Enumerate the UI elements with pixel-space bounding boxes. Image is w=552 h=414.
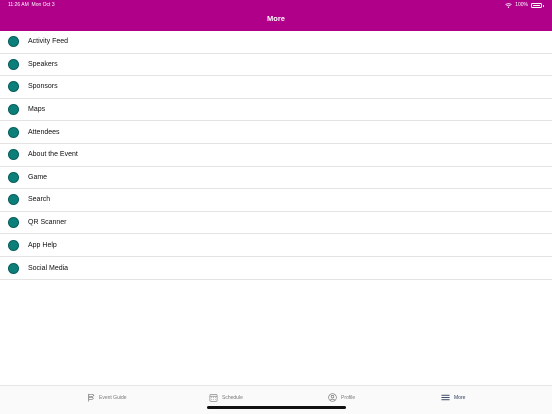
status-time-date: 11:26 AM Mon Oct 3 bbox=[8, 0, 55, 10]
menu-item-search[interactable]: Search bbox=[0, 189, 552, 212]
header-bar: 11:26 AM Mon Oct 3 100% More bbox=[0, 0, 552, 31]
menu-item-maps[interactable]: Maps bbox=[0, 99, 552, 122]
tab-event-guide[interactable]: Event Guide bbox=[86, 393, 127, 402]
menu-item-sponsors[interactable]: Sponsors bbox=[0, 76, 552, 99]
menu-item-label: Game bbox=[28, 173, 48, 181]
tab-label: More bbox=[454, 394, 466, 401]
more-menu-list: Activity Feed Speakers Sponsors Maps Att… bbox=[0, 31, 552, 280]
attendees-icon bbox=[8, 126, 19, 138]
status-bar: 11:26 AM Mon Oct 3 100% bbox=[0, 0, 552, 10]
game-icon bbox=[8, 171, 19, 183]
menu-item-label: Maps bbox=[28, 106, 46, 114]
tab-bar: Event Guide Schedule Profile More bbox=[0, 385, 552, 414]
menu-item-game[interactable]: Game bbox=[0, 167, 552, 190]
activity-feed-icon bbox=[8, 36, 19, 48]
menu-item-label: Speakers bbox=[28, 60, 58, 68]
home-indicator[interactable] bbox=[207, 406, 346, 409]
signpost-icon bbox=[88, 393, 95, 402]
menu-item-label: Attendees bbox=[28, 128, 60, 136]
person-icon bbox=[328, 393, 337, 402]
menu-item-label: App Help bbox=[28, 241, 57, 249]
battery-percent: 100% bbox=[515, 2, 528, 8]
info-icon bbox=[8, 149, 19, 161]
calendar-icon bbox=[209, 394, 218, 402]
sponsors-icon bbox=[8, 81, 19, 93]
social-media-icon bbox=[8, 262, 19, 274]
menu-item-label: QR Scanner bbox=[28, 219, 67, 227]
menu-item-label: About the Event bbox=[28, 151, 78, 159]
tab-label: Profile bbox=[341, 394, 356, 401]
menu-item-attendees[interactable]: Attendees bbox=[0, 121, 552, 144]
menu-item-activity-feed[interactable]: Activity Feed bbox=[0, 31, 552, 54]
list-divider bbox=[0, 279, 552, 280]
search-icon bbox=[8, 194, 19, 206]
battery-icon bbox=[531, 2, 544, 8]
status-date: Mon Oct 3 bbox=[31, 2, 55, 8]
speakers-icon bbox=[8, 58, 19, 70]
menu-item-about-the-event[interactable]: About the Event bbox=[0, 144, 552, 167]
tab-schedule[interactable]: Schedule bbox=[209, 393, 243, 402]
wifi-icon bbox=[505, 2, 512, 8]
page-title: More bbox=[267, 14, 285, 23]
qr-code-icon bbox=[8, 217, 19, 229]
menu-item-speakers[interactable]: Speakers bbox=[0, 54, 552, 77]
menu-item-label: Social Media bbox=[28, 264, 69, 272]
tab-profile[interactable]: Profile bbox=[328, 393, 355, 402]
tab-label: Schedule bbox=[222, 394, 243, 401]
menu-item-app-help[interactable]: App Help bbox=[0, 234, 552, 257]
maps-icon bbox=[8, 104, 19, 116]
help-icon bbox=[8, 239, 19, 251]
status-right: 100% bbox=[505, 0, 544, 10]
hamburger-icon bbox=[441, 394, 450, 401]
menu-item-qr-scanner[interactable]: QR Scanner bbox=[0, 212, 552, 235]
menu-item-label: Sponsors bbox=[28, 83, 58, 91]
menu-item-label: Activity Feed bbox=[28, 38, 69, 46]
status-time: 11:26 AM bbox=[8, 2, 29, 8]
menu-item-label: Search bbox=[28, 196, 51, 204]
menu-item-social-media[interactable]: Social Media bbox=[0, 257, 552, 280]
tab-more[interactable]: More bbox=[441, 393, 465, 402]
tab-label: Event Guide bbox=[99, 394, 127, 401]
